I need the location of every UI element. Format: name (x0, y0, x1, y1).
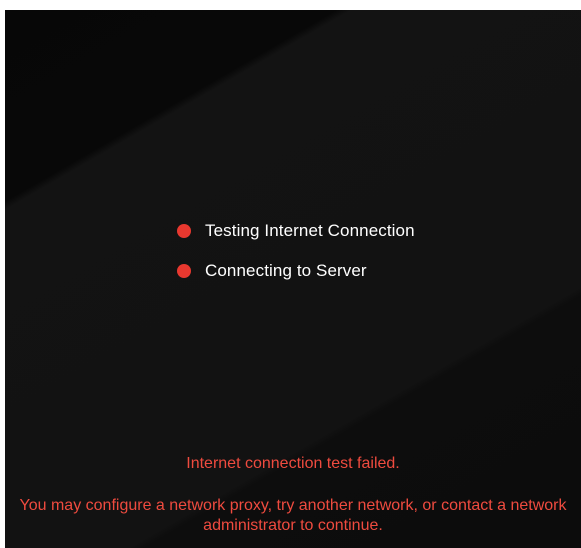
error-hint: You may configure a network proxy, try a… (19, 497, 567, 534)
error-title: Internet connection test failed. (186, 455, 400, 472)
connection-status-list: Testing Internet Connection Connecting t… (177, 218, 557, 298)
status-item-server-connect: Connecting to Server (177, 258, 557, 284)
status-label: Connecting to Server (205, 261, 367, 280)
status-item-internet-test: Testing Internet Connection (177, 218, 557, 244)
error-message-block: Internet connection test failed. You may… (5, 454, 581, 536)
connection-screen: Testing Internet Connection Connecting t… (5, 10, 581, 548)
status-dot-icon (177, 264, 191, 278)
status-label: Testing Internet Connection (205, 221, 415, 240)
status-dot-icon (177, 224, 191, 238)
